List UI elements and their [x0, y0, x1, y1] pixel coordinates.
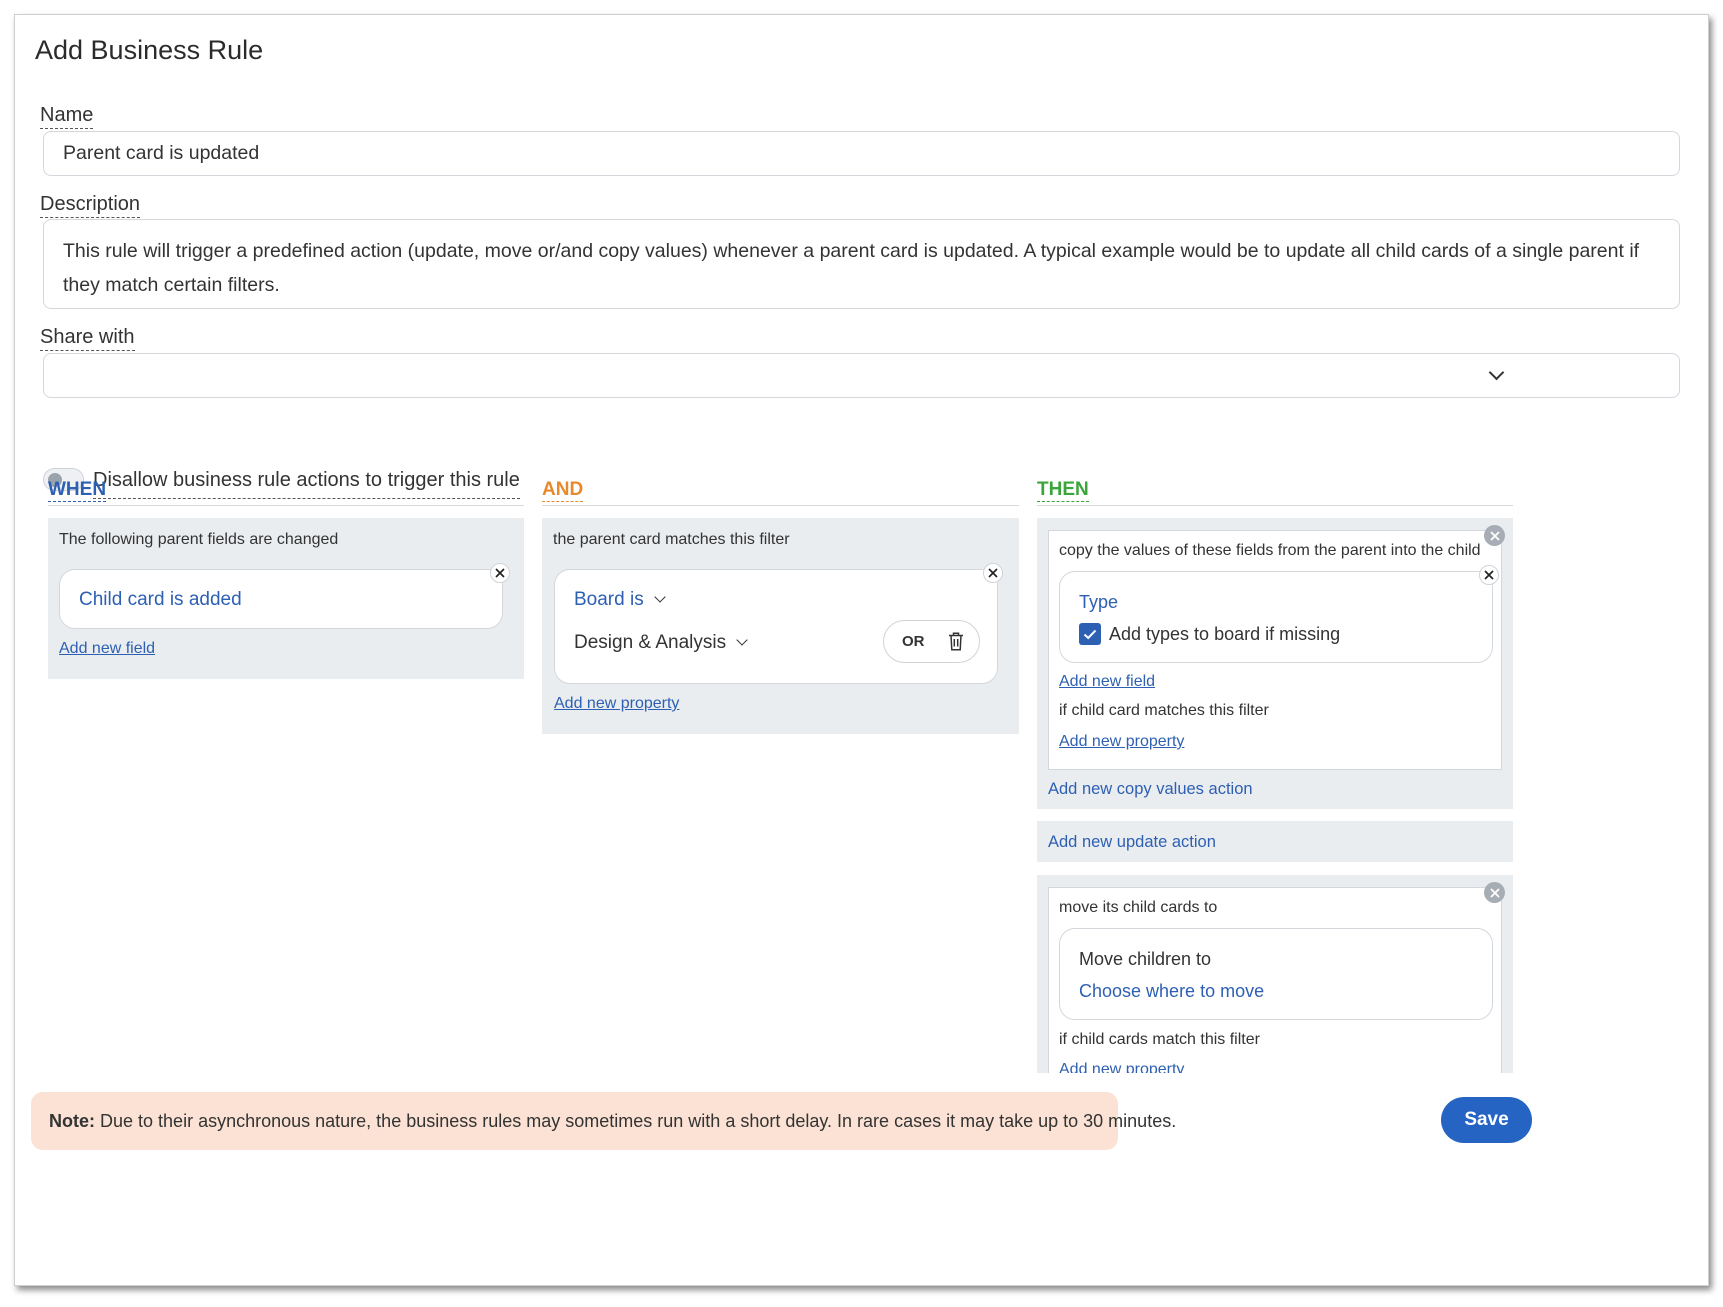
remove-move-action-close-icon[interactable]	[1484, 882, 1505, 903]
check-icon	[1083, 629, 1097, 639]
move-action: move its child cards to Move children to…	[1048, 887, 1502, 1073]
trash-icon[interactable]	[948, 632, 964, 651]
changed-field-card: Child card is added	[59, 563, 510, 629]
or-group: OR	[883, 620, 980, 663]
then-heading: THEN	[1037, 479, 1089, 502]
filter-value-label: Design & Analysis	[574, 632, 727, 653]
name-label: Name	[40, 103, 94, 129]
async-delay-note: Note: Due to their asynchronous nature, …	[31, 1092, 1176, 1150]
move-child-filter-title: if child cards match this filter	[1059, 1031, 1260, 1048]
and-heading: AND	[542, 479, 584, 502]
changed-field-label: Child card is added	[79, 589, 242, 610]
remove-field-close-icon[interactable]	[490, 563, 510, 583]
move-action-panel: move its child cards to Move children to…	[1037, 875, 1513, 1073]
copy-field-card: Type Add types to board if missing	[1059, 565, 1499, 663]
chevron-down-icon	[654, 591, 666, 603]
copy-field-name: Type	[1079, 592, 1119, 612]
chevron-down-icon	[1488, 364, 1505, 381]
copy-values-action: copy the values of these fields from the…	[1048, 530, 1502, 770]
copy-values-title: copy the values of these fields from the…	[1059, 542, 1481, 559]
copy-child-filter-title: if child card matches this filter	[1059, 702, 1269, 719]
save-button[interactable]: Save	[1441, 1097, 1532, 1143]
or-button[interactable]: OR	[902, 633, 925, 650]
filter-property-label: Board is	[574, 589, 644, 610]
share-with-label: Share with	[40, 325, 135, 351]
and-divider	[542, 505, 1019, 506]
add-business-rule-dialog: Add Business Rule Name Parent card is up…	[14, 14, 1709, 1286]
dialog-title: Add Business Rule	[35, 35, 264, 65]
remove-filter-close-icon[interactable]	[983, 563, 1003, 583]
and-add-new-property-link[interactable]: Add new property	[554, 695, 679, 713]
move-title: move its child cards to	[1059, 899, 1218, 916]
description-label: Description	[40, 192, 141, 218]
and-panel: the parent card matches this filter Boar…	[542, 518, 1019, 734]
disallow-actions-label: Disallow business rule actions to trigge…	[93, 468, 520, 499]
name-value: Parent card is updated	[63, 142, 260, 164]
description-value: This rule will trigger a predefined acti…	[63, 240, 1640, 296]
filter-value-dropdown[interactable]: Design & Analysis	[574, 632, 748, 654]
copy-add-new-property-link[interactable]: Add new property	[1059, 733, 1184, 751]
name-input[interactable]: Parent card is updated	[43, 131, 1680, 176]
note-label: Note:	[49, 1111, 95, 1131]
add-copy-values-action-link[interactable]: Add new copy values action	[1048, 780, 1253, 799]
copy-values-panel: copy the values of these fields from the…	[1037, 518, 1513, 809]
when-add-new-field-link[interactable]: Add new field	[59, 640, 155, 658]
remove-copy-field-close-icon[interactable]	[1479, 565, 1499, 585]
then-scroll-area: copy the values of these fields from the…	[1037, 518, 1517, 1073]
when-heading: WHEN	[48, 479, 107, 502]
note-text: Due to their asynchronous nature, the bu…	[100, 1111, 1177, 1131]
chevron-down-icon	[736, 634, 748, 646]
move-add-new-property-link[interactable]: Add new property	[1059, 1061, 1184, 1073]
share-with-select[interactable]	[43, 353, 1680, 398]
copy-add-new-field-link[interactable]: Add new field	[1059, 673, 1155, 691]
when-panel-title: The following parent fields are changed	[59, 531, 339, 548]
move-target-card: Move children to Choose where to move	[1059, 928, 1493, 1020]
filter-property-dropdown[interactable]: Board is	[574, 589, 666, 611]
move-children-label: Move children to	[1079, 949, 1212, 969]
when-panel: The following parent fields are changed …	[48, 518, 524, 679]
choose-move-target-link[interactable]: Choose where to move	[1079, 981, 1264, 1002]
and-panel-title: the parent card matches this filter	[553, 531, 790, 548]
add-types-checkbox[interactable]	[1079, 623, 1101, 645]
then-divider	[1037, 505, 1513, 506]
remove-copy-action-close-icon[interactable]	[1484, 525, 1505, 546]
update-action-panel: Add new update action	[1037, 821, 1513, 862]
description-textarea[interactable]: This rule will trigger a predefined acti…	[43, 219, 1680, 309]
when-divider	[48, 505, 524, 506]
parent-filter-card: Board is Design & Analysis OR	[554, 563, 1003, 684]
add-update-action-link[interactable]: Add new update action	[1048, 833, 1216, 852]
add-types-label: Add types to board if missing	[1109, 624, 1341, 644]
